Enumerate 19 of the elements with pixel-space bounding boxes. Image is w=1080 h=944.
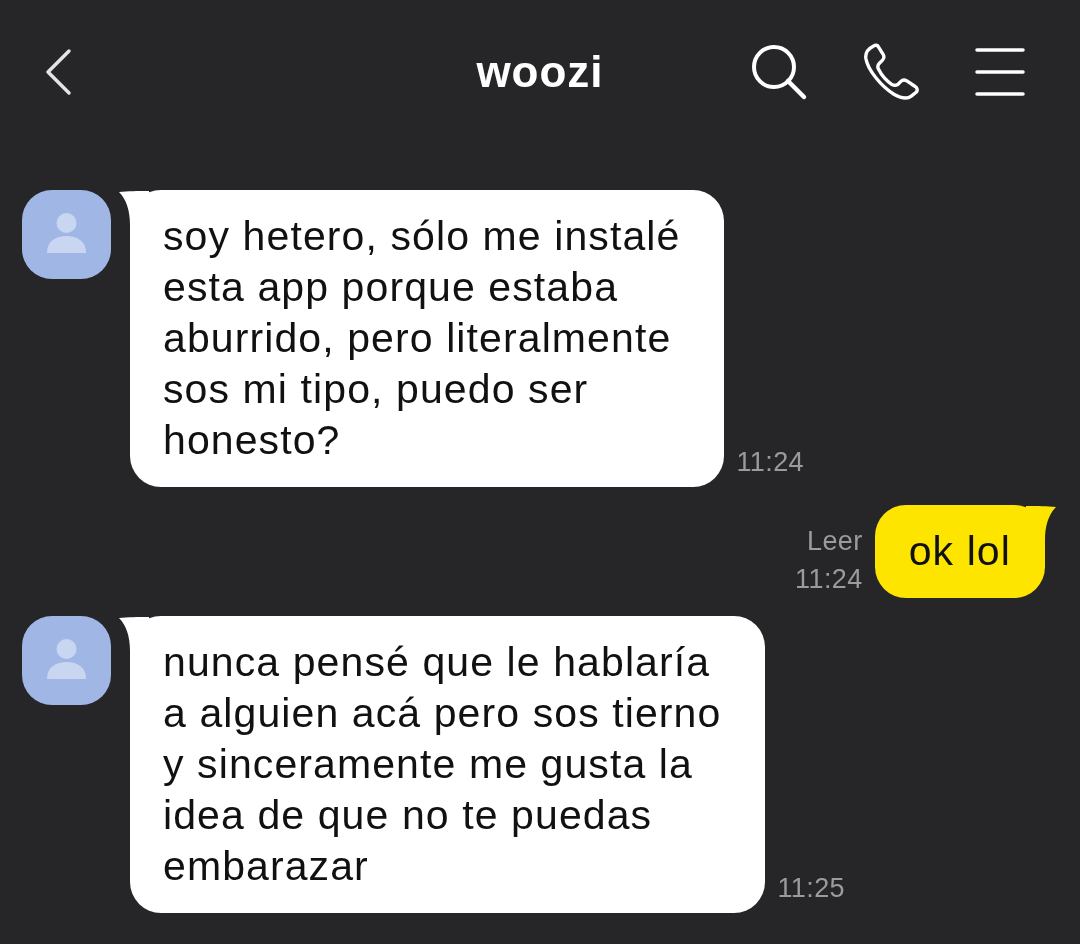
message-time: 11:24: [795, 563, 863, 596]
message-bubble: ok lol: [874, 505, 1045, 598]
search-icon: [750, 43, 808, 101]
message-bubble: soy hetero, sólo me instalé esta app porque estaba aburrido, pero literalmente sos mi tipo, puedo ser honesto?: [130, 190, 725, 487]
read-status: Leer: [807, 525, 863, 558]
menu-icon: [975, 47, 1025, 97]
bubble-tail: [1026, 506, 1056, 540]
bubble-tail: [119, 191, 149, 225]
phone-icon: [862, 43, 920, 101]
message-bubble: nunca pensé que le hablaría a alguien acá pero sos tierno y sinceramente me gusta la idea de que no te puedas embarazar: [130, 616, 766, 913]
search-button[interactable]: [750, 43, 808, 101]
chat-title: woozi: [476, 47, 604, 97]
message-time: 11:25: [777, 872, 845, 905]
call-button[interactable]: [862, 43, 920, 101]
menu-button[interactable]: [975, 47, 1025, 97]
message-time: 11:24: [736, 446, 804, 479]
avatar-icon[interactable]: [22, 616, 111, 705]
avatar-icon[interactable]: [22, 190, 111, 279]
bubble-tail: [119, 617, 149, 651]
